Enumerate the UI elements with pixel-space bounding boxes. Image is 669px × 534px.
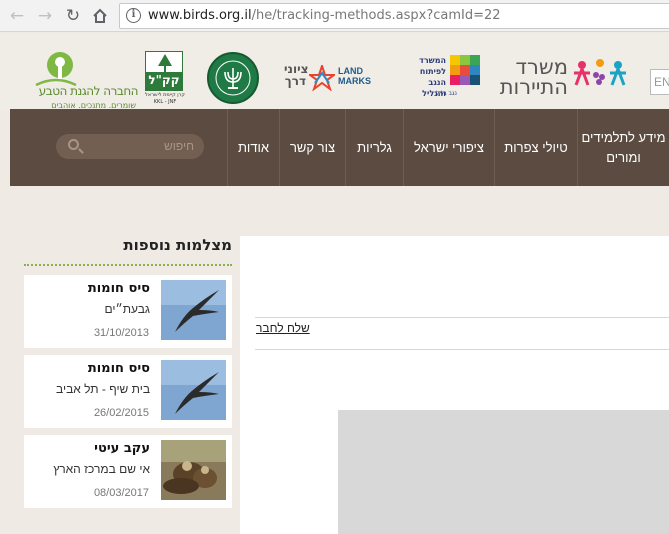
- info-icon[interactable]: i: [126, 8, 141, 23]
- nav-item-about[interactable]: אודות: [227, 109, 279, 186]
- camera-card-location: אי שם במרכז הארץ: [53, 462, 150, 476]
- color-grid-icon: [450, 55, 480, 85]
- address-bar[interactable]: i www.birds.org.il/he/tracking-methods.a…: [119, 3, 669, 29]
- kkl-sub: קרן קיימת לישראל: [145, 92, 185, 98]
- tourism-name: משרד התיירות: [499, 55, 568, 99]
- camera-card[interactable]: עקב עיטי אי שם במרכז הארץ 08/03/2017: [24, 435, 232, 508]
- camera-card[interactable]: סיס חומות בית שיף - תל אביב 26/02/2015: [24, 355, 232, 428]
- menorah-icon: [215, 60, 251, 96]
- search-input[interactable]: חיפוש: [56, 134, 204, 159]
- camera-card-date: 08/03/2017: [93, 487, 149, 499]
- camera-card-date: 26/02/2015: [93, 407, 149, 419]
- tourism-logo[interactable]: משרד התיירות: [498, 55, 648, 101]
- camera-card-title: עקב עיטי: [94, 441, 150, 456]
- home-icon[interactable]: [89, 5, 111, 27]
- forward-arrow-icon[interactable]: →: [34, 5, 56, 27]
- language-switch[interactable]: EN: [650, 69, 669, 95]
- nav-item-contact[interactable]: צור קשר: [279, 109, 345, 186]
- camera-thumbnail[interactable]: [161, 440, 226, 500]
- divider: [255, 317, 669, 318]
- landmarks-logo[interactable]: ציוני דרך LAND MARKS: [284, 61, 379, 97]
- search-icon[interactable]: [68, 139, 79, 150]
- camera-card[interactable]: סיס חומות גבעת״ים 31/10/2013: [24, 275, 232, 348]
- camera-thumbnail[interactable]: [161, 280, 226, 340]
- nav-item-students-teachers[interactable]: מידע לתלמידים ומורים: [577, 109, 669, 186]
- divider: [255, 349, 669, 350]
- camera-card-title: סיס חומות: [87, 281, 150, 296]
- url-text: www.birds.org.il/he/tracking-methods.asp…: [148, 8, 501, 23]
- nav-item-galleries[interactable]: גלריות: [345, 109, 403, 186]
- gov-emblem-logo[interactable]: [207, 52, 259, 104]
- sidebar-title: מצלמות נוספות: [123, 236, 232, 254]
- camera-card-title: סיס חומות: [87, 361, 150, 376]
- landmarks-star-icon: [309, 65, 335, 91]
- browser-toolbar: ← → ↻ i www.birds.org.il/he/tracking-met…: [0, 0, 669, 32]
- kkl-logo[interactable]: קק"ל קרן קיימת לישראל KKL - JNF: [143, 51, 189, 106]
- camera-video-player[interactable]: [338, 410, 669, 534]
- negev-galil-logo[interactable]: המשרד לפיתוח הנגב והגליל נגב גליל: [400, 53, 482, 101]
- camera-card-location: בית שיף - תל אביב: [56, 382, 150, 396]
- nav-item-israel-birds[interactable]: ציפורי ישראל: [403, 109, 494, 186]
- back-arrow-icon[interactable]: ←: [6, 5, 28, 27]
- main-nav: מידע לתלמידים ומורים טיולי צפרות ציפורי …: [10, 109, 669, 186]
- reload-icon[interactable]: ↻: [62, 5, 84, 27]
- spnb-name: החברה להגנת הטבע: [38, 84, 139, 98]
- landmarks-text: LAND MARKS: [338, 66, 371, 86]
- spnb-logo[interactable]: החברה להגנת הטבע שומרים. מתנכים. אוהבים: [28, 51, 139, 110]
- sidebar-divider: [24, 264, 232, 266]
- negev-galil-sub: נגב גליל: [436, 90, 457, 97]
- kkl-tree-icon: [145, 51, 183, 73]
- camera-card-date: 31/10/2013: [93, 327, 149, 339]
- camera-thumbnail[interactable]: [161, 360, 226, 420]
- send-to-friend-link[interactable]: שלח לחבר: [256, 321, 310, 335]
- camera-card-location: גבעת״ים: [104, 302, 150, 316]
- tourism-people-icon: [574, 59, 626, 86]
- search-placeholder: חיפוש: [164, 139, 194, 153]
- tziyunei-derech-text: ציוני דרך: [284, 62, 309, 88]
- kkl-name: קק"ל: [145, 73, 183, 91]
- nav-item-birding-tours[interactable]: טיולי צפרות: [494, 109, 577, 186]
- site-header: החברה להגנת הטבע שומרים. מתנכים. אוהבים …: [0, 33, 669, 110]
- kkl-latin: KKL - JNF: [153, 99, 177, 105]
